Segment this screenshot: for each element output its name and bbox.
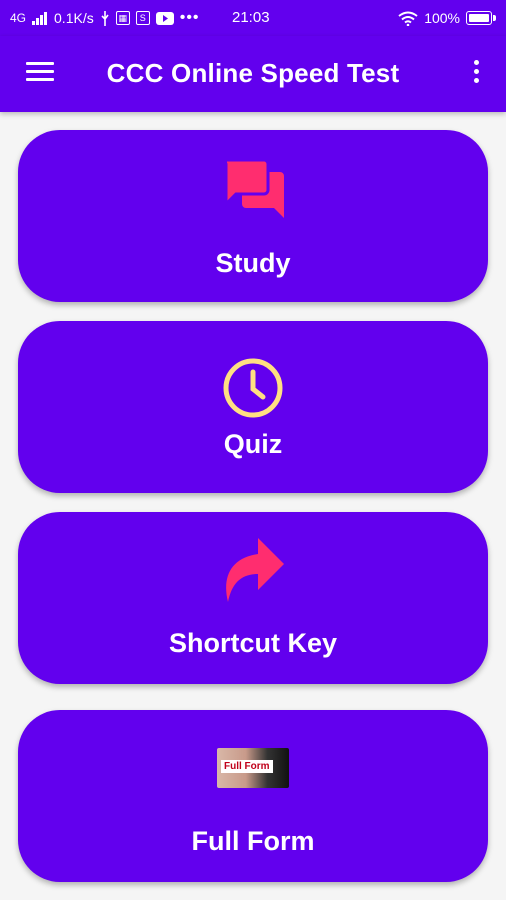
overflow-menu-icon[interactable] (472, 60, 480, 88)
full-form-image: Full Form (217, 748, 289, 788)
more-notifications-icon: ••• (179, 9, 200, 26)
status-right: 100% (398, 10, 496, 26)
study-card[interactable]: Study (18, 130, 488, 302)
full-form-label: Full Form (191, 826, 315, 856)
battery-percent: 100% (424, 10, 460, 26)
status-bar: 4G 0.1K/s ▦ S ••• 21:03 100% (0, 0, 506, 36)
battery-icon (466, 11, 492, 25)
share-arrow-icon (222, 538, 284, 609)
clock-icon (222, 357, 284, 424)
page-title: CCC Online Speed Test (106, 58, 400, 88)
full-form-card[interactable]: Full Form Full Form (18, 710, 488, 882)
youtube-icon (155, 11, 174, 25)
wifi-icon (398, 11, 418, 26)
gallery-icon: ▦ (115, 11, 130, 25)
quiz-card[interactable]: Quiz (18, 321, 488, 493)
clock-time: 21:03 (232, 9, 270, 26)
battery-tip (493, 15, 496, 21)
s-app-icon: S (135, 11, 150, 25)
study-label: Study (215, 248, 291, 278)
status-left: 4G 0.1K/s ▦ S ••• (10, 9, 200, 27)
full-form-image-text: Full Form (221, 760, 273, 773)
forum-icon (222, 158, 284, 223)
network-speed: 0.1K/s (54, 10, 94, 26)
signal-icon (32, 11, 48, 25)
usb-icon (100, 10, 110, 26)
shortcut-key-label: Shortcut Key (168, 628, 338, 658)
quiz-label: Quiz (223, 429, 283, 459)
network-type: 4G (10, 11, 27, 25)
shortcut-key-card[interactable]: Shortcut Key (18, 512, 488, 684)
app-bar: CCC Online Speed Test (0, 36, 506, 112)
